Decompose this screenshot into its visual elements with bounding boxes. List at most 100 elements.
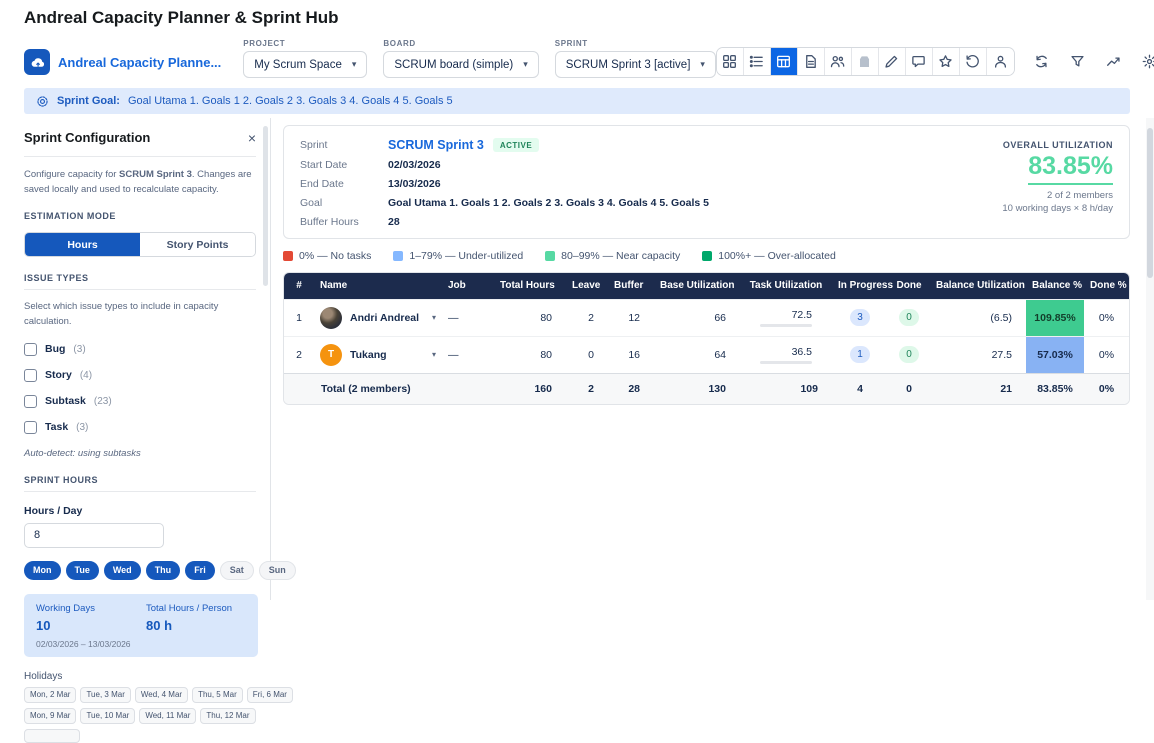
- working-days-value: 10: [36, 618, 146, 633]
- divider: [24, 156, 256, 157]
- day-toggle-sat[interactable]: Sat: [220, 561, 254, 580]
- issue-types-description: Select which issue types to include in c…: [24, 300, 256, 329]
- total-hours-sum: 160: [494, 373, 566, 404]
- holidays-label: Holidays: [24, 671, 256, 682]
- scrollbar-thumb[interactable]: [1147, 128, 1153, 278]
- filter-icon[interactable]: [1069, 51, 1087, 73]
- col-balance-utilization: Balance Utilization: [930, 273, 1026, 299]
- sprint-select[interactable]: SCRUM Sprint 3 [active] ▾: [555, 51, 716, 78]
- leave-value: 0: [566, 336, 608, 373]
- working-day-toggles: Mon Tue Wed Thu Fri Sat Sun: [24, 561, 256, 580]
- balance-pct-cell: 109.85%: [1026, 299, 1084, 336]
- story-checkbox[interactable]: [24, 369, 37, 382]
- table-row: 2 T Tukang ▾ — 80 0 16 64: [284, 336, 1129, 373]
- page-scrollbar[interactable]: [1146, 118, 1154, 600]
- board-select[interactable]: SCRUM board (simple) ▾: [383, 51, 538, 78]
- subtask-checkbox[interactable]: [24, 395, 37, 408]
- close-icon[interactable]: ×: [248, 131, 256, 145]
- sprint-goal-text: Goal Utama 1. Goals 1 2. Goals 2 3. Goal…: [128, 95, 453, 107]
- balance-pct-cell: 57.03%: [1026, 336, 1084, 373]
- table-row: 1 Andri Andreal ▾ — 80 2 12 66: [284, 299, 1129, 336]
- comment-icon[interactable]: [906, 48, 933, 75]
- chevron-down-icon[interactable]: ▾: [432, 350, 436, 359]
- trend-icon[interactable]: [1105, 51, 1123, 73]
- edit-icon[interactable]: [879, 48, 906, 75]
- list-view-icon[interactable]: [744, 48, 771, 75]
- task-utilization-sum: 109: [740, 373, 832, 404]
- view-switcher: [716, 47, 1015, 76]
- history-icon[interactable]: [960, 48, 987, 75]
- job-value: —: [442, 299, 494, 336]
- settings-icon[interactable]: [1141, 51, 1154, 73]
- done-pct-sum: 0%: [1084, 373, 1129, 404]
- issue-types-heading: ISSUE TYPES: [24, 273, 256, 283]
- leave-value: 2: [566, 299, 608, 336]
- team-icon[interactable]: [825, 48, 852, 75]
- star-icon[interactable]: [933, 48, 960, 75]
- col-done: Done: [888, 273, 930, 299]
- day-toggle-wed[interactable]: Wed: [104, 561, 141, 580]
- legend-item-over-allocated: 100%+ — Over-allocated: [702, 250, 836, 262]
- document-icon[interactable]: [798, 48, 825, 75]
- project-select-value: My Scrum Space: [254, 59, 342, 71]
- balance-utilization-value: 27.5: [930, 336, 1026, 373]
- done-badge: 0: [899, 346, 919, 363]
- holiday-chip[interactable]: [24, 729, 80, 743]
- chevron-down-icon[interactable]: ▾: [432, 313, 436, 322]
- project-label: PROJECT: [243, 39, 367, 48]
- refresh-icon[interactable]: [1033, 51, 1051, 73]
- col-balance-pct: Balance %: [1026, 273, 1084, 299]
- task-checkbox[interactable]: [24, 421, 37, 434]
- holiday-chip[interactable]: Thu, 12 Mar: [200, 708, 255, 724]
- task-utilization-cell: 72.5: [746, 309, 826, 327]
- in-progress-sum: 4: [832, 373, 888, 404]
- holiday-chip[interactable]: Thu, 5 Mar: [192, 687, 243, 703]
- sidebar-scrollbar[interactable]: [263, 126, 268, 286]
- goal-label: Goal: [300, 197, 388, 209]
- total-hours-person-value: 80 h: [146, 618, 232, 633]
- holiday-chip[interactable]: Mon, 2 Mar: [24, 687, 76, 703]
- app-name: Andreal Capacity Planne...: [58, 55, 221, 70]
- issue-type-row-subtask: Subtask (23): [24, 395, 256, 408]
- legend-swatch-green: [545, 251, 555, 261]
- holiday-chip[interactable]: Tue, 3 Mar: [80, 687, 130, 703]
- holiday-chip[interactable]: Wed, 4 Mar: [135, 687, 188, 703]
- hours-per-day-input[interactable]: [24, 523, 164, 548]
- end-date-value: 13/03/2026: [388, 178, 441, 190]
- issue-type-row-story: Story (4): [24, 369, 256, 382]
- legend-swatch-blue: [393, 251, 403, 261]
- sprint-date-range: 02/03/2026 – 13/03/2026: [36, 639, 246, 649]
- day-toggle-fri[interactable]: Fri: [185, 561, 215, 580]
- table-view-icon[interactable]: [771, 48, 798, 75]
- grid-view-icon[interactable]: [717, 48, 744, 75]
- start-date-value: 02/03/2026: [388, 159, 441, 171]
- sprint-link[interactable]: SCRUM Sprint 3: [388, 138, 484, 152]
- holiday-chip[interactable]: Tue, 10 Mar: [80, 708, 135, 724]
- app-brand[interactable]: Andreal Capacity Planne...: [24, 49, 221, 75]
- buffer-sum: 28: [608, 373, 654, 404]
- person-icon[interactable]: [987, 48, 1014, 75]
- auto-detect-note: Auto-detect: using subtasks: [24, 448, 256, 459]
- bug-checkbox[interactable]: [24, 343, 37, 356]
- buffer-value: 16: [608, 336, 654, 373]
- task-utilization-value: 36.5: [792, 346, 812, 358]
- col-name: Name: [314, 273, 442, 299]
- story-label: Story: [45, 369, 72, 381]
- holiday-chip[interactable]: Wed, 11 Mar: [139, 708, 196, 724]
- holiday-chip[interactable]: Mon, 9 Mar: [24, 708, 76, 724]
- project-select[interactable]: My Scrum Space ▾: [243, 51, 367, 78]
- total-hours-person-label: Total Hours / Person: [146, 603, 232, 614]
- day-toggle-mon[interactable]: Mon: [24, 561, 61, 580]
- day-toggle-tue[interactable]: Tue: [66, 561, 99, 580]
- hours-per-day-label: Hours / Day: [24, 505, 256, 517]
- estimation-story-points-option[interactable]: Story Points: [140, 233, 255, 256]
- holiday-chip[interactable]: Fri, 6 Mar: [247, 687, 293, 703]
- total-label: Total (2 members): [284, 373, 494, 404]
- row-num: 2: [284, 336, 314, 373]
- day-toggle-thu[interactable]: Thu: [146, 561, 181, 580]
- estimation-hours-option[interactable]: Hours: [25, 233, 140, 256]
- col-leave: Leave: [566, 273, 608, 299]
- buffer-value: 12: [608, 299, 654, 336]
- start-date-label: Start Date: [300, 159, 388, 171]
- bug-label: Bug: [45, 343, 65, 355]
